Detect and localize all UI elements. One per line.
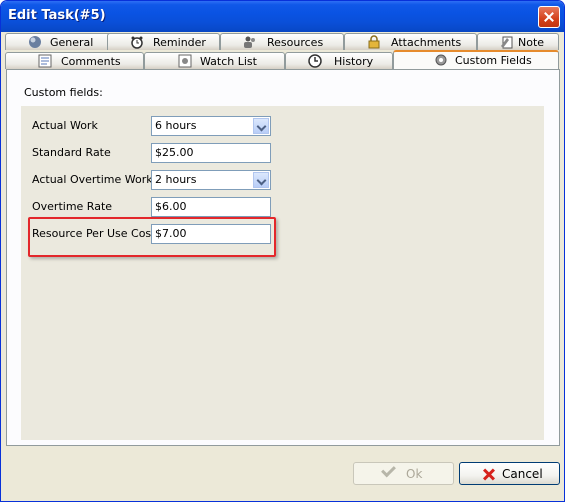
actual-work-value: 6 hours bbox=[155, 119, 197, 132]
tab-custom-fields-label: Custom Fields bbox=[455, 54, 532, 67]
field-label-actual-overtime-work: Actual Overtime Work bbox=[32, 173, 153, 186]
overtime-rate-value: $6.00 bbox=[155, 200, 187, 213]
gear-icon bbox=[435, 54, 447, 66]
title-bar[interactable]: Edit Task(#5) bbox=[1, 1, 564, 32]
tab-custom-fields[interactable]: Custom Fields bbox=[393, 50, 559, 70]
lock-icon bbox=[368, 35, 380, 49]
custom-fields-grid: Actual Work 6 hours Standard Rate $25.00… bbox=[21, 106, 544, 440]
tab-note[interactable]: Note bbox=[477, 33, 559, 50]
tab-reminder[interactable]: Reminder bbox=[107, 33, 220, 50]
highlight-box bbox=[28, 217, 276, 257]
watch-list-icon bbox=[178, 54, 192, 68]
tab-general[interactable]: General bbox=[5, 33, 117, 50]
tab-comments-label: Comments bbox=[61, 55, 121, 68]
custom-fields-panel: Custom fields: Actual Work 6 hours Stand… bbox=[6, 69, 560, 446]
cancel-icon bbox=[482, 467, 496, 481]
tab-history[interactable]: History bbox=[285, 52, 393, 69]
window-title: Edit Task(#5) bbox=[8, 8, 106, 23]
alarm-clock-icon bbox=[131, 36, 143, 49]
custom-fields-heading: Custom fields: bbox=[24, 86, 103, 99]
tab-watch-list-label: Watch List bbox=[200, 55, 257, 68]
chevron-down-icon[interactable] bbox=[253, 172, 269, 188]
tab-history-label: History bbox=[334, 55, 374, 68]
tab-watch-list[interactable]: Watch List bbox=[144, 52, 285, 69]
standard-rate-value: $25.00 bbox=[155, 146, 194, 159]
comments-icon bbox=[38, 54, 52, 68]
globe-icon bbox=[29, 36, 41, 48]
tab-general-label: General bbox=[50, 36, 94, 49]
tab-attachments-label: Attachments bbox=[391, 36, 462, 49]
field-label-standard-rate: Standard Rate bbox=[32, 146, 111, 159]
actual-overtime-work-value: 2 hours bbox=[155, 173, 197, 186]
check-icon bbox=[381, 462, 396, 478]
chevron-down-icon[interactable] bbox=[253, 118, 269, 134]
note-icon bbox=[501, 36, 513, 49]
tab-note-label: Note bbox=[518, 36, 545, 49]
ok-button[interactable]: Ok bbox=[353, 462, 454, 485]
actual-overtime-work-dropdown[interactable]: 2 hours bbox=[151, 170, 271, 190]
close-button[interactable] bbox=[538, 6, 560, 28]
cancel-button-label: Cancel bbox=[502, 467, 543, 481]
overtime-rate-field[interactable]: $6.00 bbox=[151, 197, 271, 217]
resources-icon bbox=[244, 36, 255, 48]
cancel-button[interactable]: Cancel bbox=[459, 462, 560, 485]
tab-reminder-label: Reminder bbox=[153, 36, 206, 49]
field-label-actual-work: Actual Work bbox=[32, 119, 98, 132]
standard-rate-field[interactable]: $25.00 bbox=[151, 143, 271, 163]
field-label-overtime-rate: Overtime Rate bbox=[32, 200, 113, 213]
tab-comments[interactable]: Comments bbox=[5, 52, 144, 69]
tab-resources[interactable]: Resources bbox=[220, 33, 344, 50]
tab-resources-label: Resources bbox=[267, 36, 324, 49]
ok-button-label: Ok bbox=[406, 467, 423, 481]
history-icon bbox=[308, 54, 322, 68]
tab-attachments[interactable]: Attachments bbox=[344, 33, 477, 50]
actual-work-dropdown[interactable]: 6 hours bbox=[151, 116, 271, 136]
edit-task-dialog: Edit Task(#5) General Reminder Resources… bbox=[0, 0, 565, 502]
